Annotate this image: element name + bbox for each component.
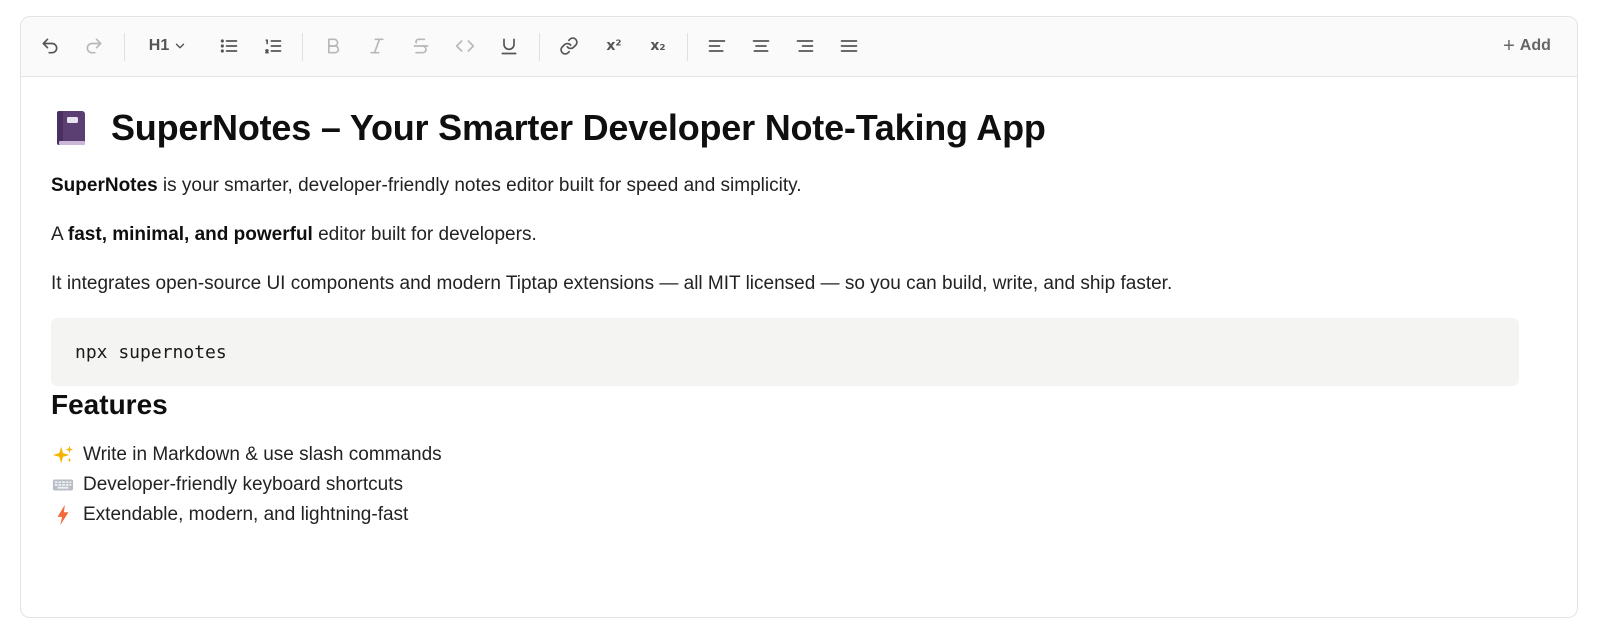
strikethrough-button[interactable] xyxy=(409,30,433,62)
editor: H1 x² x₂ + Add SuperNotes – Your Smarter… xyxy=(20,16,1578,618)
intro-paragraph: SuperNotes is your smarter, developer-fr… xyxy=(51,175,801,197)
intro-bold: SuperNotes xyxy=(51,175,158,196)
underline-icon xyxy=(501,38,517,55)
features-heading: Features xyxy=(51,389,168,420)
bold-button[interactable] xyxy=(321,30,345,62)
align-center-icon xyxy=(752,40,770,52)
ordered-list-button[interactable] xyxy=(261,30,285,62)
ordered-list-icon xyxy=(265,39,282,54)
tagline-prefix: A xyxy=(51,224,68,245)
tagline-paragraph: A fast, minimal, and powerful editor bui… xyxy=(51,224,537,246)
align-justify-icon xyxy=(840,40,858,52)
heading-label: H1 xyxy=(148,37,170,54)
notebook-icon xyxy=(57,111,85,145)
superscript-icon: x² xyxy=(606,38,622,54)
subscript-button[interactable]: x₂ xyxy=(645,30,671,62)
code-block[interactable]: npx supernotes xyxy=(51,318,1519,386)
feature-item: Extendable, modern, and lightning-fast xyxy=(51,504,408,526)
tagline-bold: fast, minimal, and powerful xyxy=(67,224,313,245)
bullet-list-button[interactable] xyxy=(217,30,241,62)
undo-icon xyxy=(42,38,58,54)
redo-button[interactable] xyxy=(81,30,107,62)
code-button[interactable] xyxy=(452,30,478,62)
toolbar-divider xyxy=(124,33,125,61)
feature-item: Write in Markdown & use slash commands xyxy=(51,444,442,466)
align-left-button[interactable] xyxy=(705,30,729,62)
align-right-icon xyxy=(796,40,814,52)
tagline-text: editor built for developers. xyxy=(312,224,537,245)
italic-icon xyxy=(370,38,384,54)
document-title: SuperNotes – Your Smarter Developer Note… xyxy=(51,107,1046,149)
sparkles-icon xyxy=(51,444,75,466)
chevron-down-icon xyxy=(176,43,185,49)
code-text: npx supernotes xyxy=(75,341,227,363)
lightning-icon xyxy=(51,504,75,526)
feature-text: Extendable, modern, and lightning-fast xyxy=(83,504,409,525)
feature-text: Write in Markdown & use slash commands xyxy=(83,444,442,465)
toolbar-divider xyxy=(539,33,540,61)
undo-button[interactable] xyxy=(37,30,63,62)
toolbar-divider xyxy=(687,33,688,61)
redo-icon xyxy=(86,38,102,54)
align-right-button[interactable] xyxy=(793,30,817,62)
align-justify-button[interactable] xyxy=(837,30,861,62)
code-icon xyxy=(455,40,475,52)
description-paragraph: It integrates open-source UI components … xyxy=(51,273,1173,294)
italic-button[interactable] xyxy=(365,30,389,62)
toolbar-divider xyxy=(302,33,303,61)
link-button[interactable] xyxy=(557,30,581,62)
align-center-button[interactable] xyxy=(749,30,773,62)
title-text: SuperNotes – Your Smarter Developer Note… xyxy=(111,107,1046,148)
subscript-icon: x₂ xyxy=(650,38,666,54)
link-icon xyxy=(560,37,578,55)
bold-icon xyxy=(328,38,340,54)
toolbar: H1 x² x₂ + Add xyxy=(21,17,1577,77)
keyboard-icon xyxy=(51,474,75,496)
strikethrough-icon xyxy=(413,38,429,54)
align-left-icon xyxy=(708,40,726,52)
add-label: Add xyxy=(1519,37,1551,54)
superscript-button[interactable]: x² xyxy=(601,30,627,62)
feature-text: Developer-friendly keyboard shortcuts xyxy=(83,474,403,495)
intro-text: is your smarter, developer-friendly note… xyxy=(157,175,802,196)
underline-button[interactable] xyxy=(497,30,521,62)
plus-icon: + xyxy=(1503,34,1515,57)
heading-dropdown[interactable]: H1 xyxy=(145,30,191,62)
add-button[interactable]: + Add xyxy=(1497,30,1557,62)
bullet-list-icon xyxy=(220,39,238,53)
feature-item: Developer-friendly keyboard shortcuts xyxy=(51,474,403,496)
